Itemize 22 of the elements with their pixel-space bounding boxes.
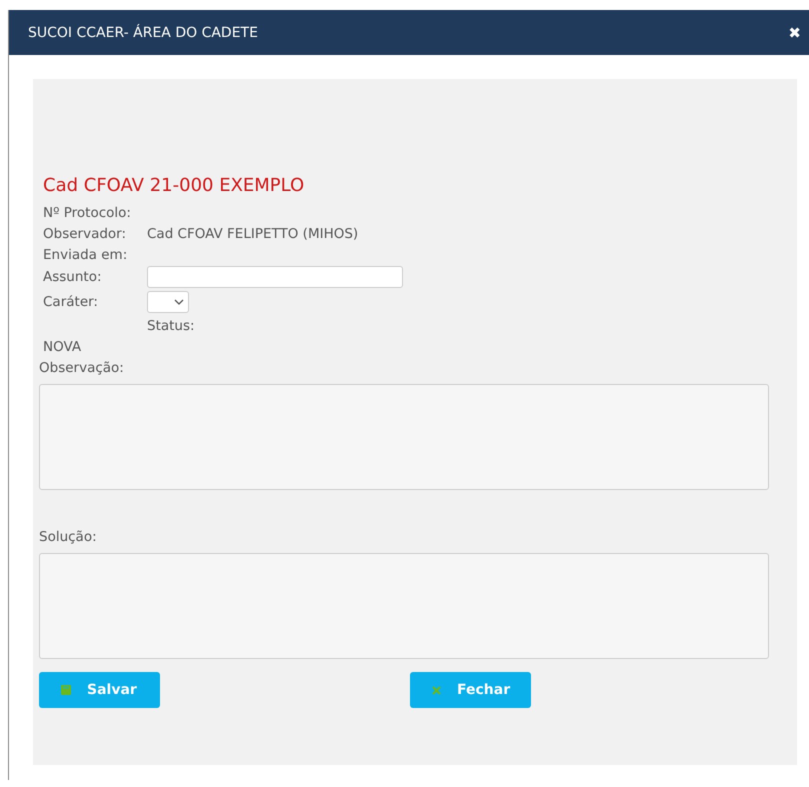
window-title: SUCOI CCAER- ÁREA DO CADETE <box>28 24 258 40</box>
field-label: Solução: <box>39 528 97 544</box>
close-icon <box>432 686 441 694</box>
cadet-heading: Cad CFOAV 21-000 EXEMPLO <box>43 175 306 196</box>
status-value: NOVA <box>43 338 82 354</box>
field-label: Nº Protocolo: <box>43 204 132 220</box>
floppy-icon <box>61 685 71 695</box>
close-button[interactable]: Fechar <box>410 672 531 708</box>
field-label: Observador: <box>43 226 128 242</box>
observation-field[interactable] <box>39 384 769 490</box>
field-label: Caráter: <box>43 294 99 310</box>
save-button[interactable]: Salvar <box>39 672 160 708</box>
solution-field[interactable] <box>39 553 769 659</box>
field-label: Enviada em: <box>43 246 128 262</box>
field-label: Assunto: <box>43 269 103 285</box>
subject-field[interactable] <box>147 266 403 288</box>
close-button[interactable]: ✖ <box>788 24 801 42</box>
field-label: Status: <box>147 318 195 334</box>
field-label: Observação: <box>39 360 124 376</box>
field-value: Cad CFOAV FELIPETTO (MIHOS) <box>147 226 358 242</box>
character-select[interactable] <box>147 291 189 313</box>
chevron-down-icon <box>174 299 184 305</box>
